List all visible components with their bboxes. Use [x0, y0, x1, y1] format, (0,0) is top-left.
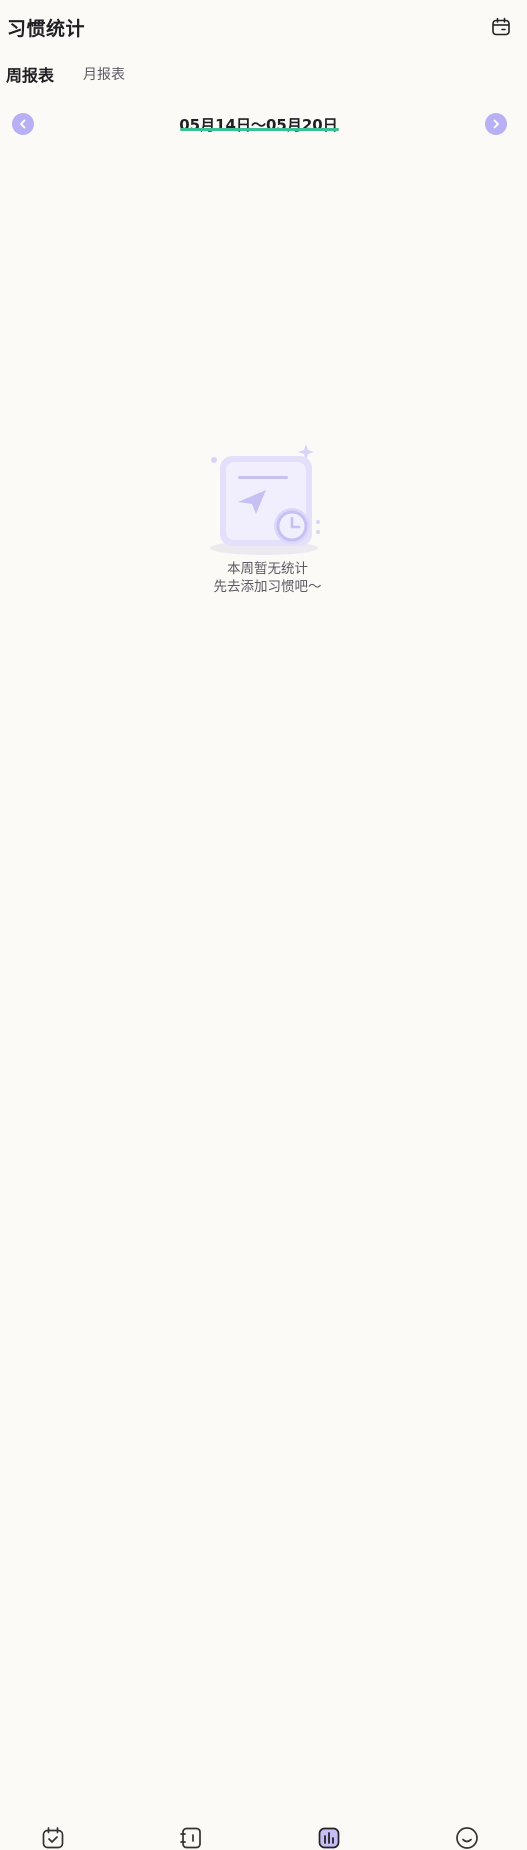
nav-item-notebook[interactable] — [179, 1826, 203, 1850]
smile-icon — [456, 1827, 478, 1849]
empty-state: 本周暂无统计 先去添加习惯吧～ — [0, 440, 527, 596]
bottom-navigation-bar — [0, 906, 527, 1849]
empty-state-line-2: 先去添加习惯吧～ — [213, 579, 322, 595]
report-tabs: 周报表 月报表 — [0, 60, 527, 88]
notebook-icon — [180, 1827, 201, 1849]
app-header: 习惯统计 — [0, 0, 527, 56]
date-range-label: 05月14日～05月20日 — [179, 116, 338, 134]
empty-report-illustration-icon — [208, 440, 328, 560]
page-title: 习惯统计 — [7, 18, 86, 40]
calendar-icon — [492, 17, 510, 36]
calendar-check-icon — [42, 1827, 64, 1849]
empty-state-line-1: 本周暂无统计 — [227, 561, 308, 577]
date-range-selector: 05月14日～05月20日 — [0, 110, 527, 140]
tab-weekly-report[interactable]: 周报表 — [6, 62, 54, 86]
tab-monthly-report[interactable]: 月报表 — [83, 64, 125, 84]
nav-item-today[interactable] — [41, 1826, 65, 1850]
next-week-button[interactable] — [485, 113, 507, 135]
date-range-underline — [180, 128, 339, 131]
nav-item-statistics[interactable] — [317, 1826, 341, 1850]
calendar-button[interactable] — [490, 16, 512, 38]
chevron-right-icon — [493, 119, 499, 129]
bar-chart-icon — [318, 1827, 340, 1849]
nav-item-me[interactable] — [455, 1826, 479, 1850]
